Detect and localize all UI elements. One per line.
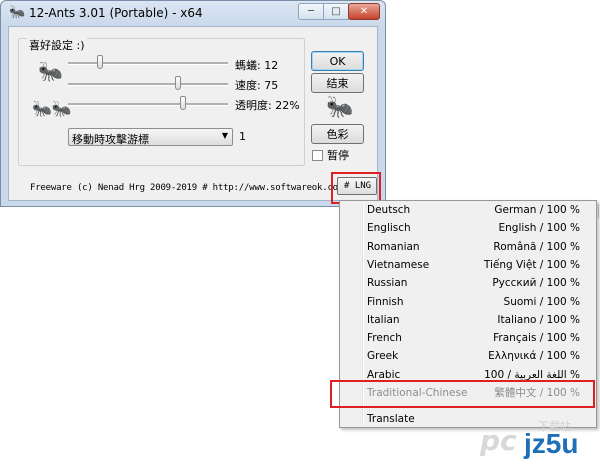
transparency-label: 透明度: 22% [235, 99, 300, 112]
language-native-name: Русский / 100 % [492, 277, 580, 290]
close-button[interactable]: ✕ [348, 3, 380, 20]
language-native-name: Italiano / 100 % [497, 313, 580, 326]
ok-button[interactable]: OK [311, 51, 364, 71]
language-native-name: Română / 100 % [493, 240, 580, 253]
watermark-logo: pc 下载站 jz5u [480, 418, 598, 462]
language-native-name: Ελληνικά / 100 % [488, 350, 580, 363]
language-native-name: Français / 100 % [493, 332, 580, 345]
mode-number: 1 [239, 130, 246, 143]
language-name: Romanian [367, 240, 420, 253]
footer-text: Freeware (c) Nenad Hrg 2009-2019 # http:… [30, 183, 344, 193]
language-name: Italian [367, 313, 400, 326]
language-item-italian[interactable]: Italian Italiano / 100 % [366, 311, 580, 329]
mode-dropdown-value: 移動時攻擊游標 [72, 133, 149, 146]
ants-count-slider[interactable] [68, 54, 228, 74]
language-native-name: Suomi / 100 % [503, 295, 580, 308]
slider-thumb[interactable] [175, 76, 182, 90]
ant-icon: 🐜 [38, 59, 63, 83]
language-name: Deutsch [367, 204, 411, 216]
language-item-french[interactable]: French Français / 100 % [366, 329, 580, 347]
transparency-slider[interactable] [68, 95, 228, 115]
speed-label: 速度: 75 [235, 79, 279, 92]
language-name: Vietnamese [367, 258, 430, 271]
language-native-name: German / 100 % [494, 204, 580, 216]
language-name: Finnish [367, 295, 404, 308]
background-edge-line [598, 204, 599, 218]
ant-icon: 🐜 [326, 95, 354, 120]
watermark-brand: jz5u [524, 428, 579, 459]
translate-label: Translate [367, 413, 415, 426]
app-window: 🐜 12-Ants 3.01 (Portable) - x64 ─ □ ✕ 喜好… [0, 0, 386, 207]
watermark-pc: pc [480, 424, 517, 457]
slider-thumb[interactable] [180, 96, 187, 110]
speed-slider[interactable] [68, 75, 228, 95]
language-name: Russian [367, 277, 408, 290]
chevron-down-icon: ▼ [221, 131, 228, 140]
settings-group-label: 喜好設定 :) [27, 37, 87, 53]
language-name: Greek [367, 350, 399, 363]
language-item-greek[interactable]: Greek Ελληνικά / 100 % [366, 347, 580, 365]
slider-thumb[interactable] [97, 55, 103, 69]
language-item-englisch[interactable]: Englisch English / 100 % [366, 219, 580, 237]
language-name: French [367, 332, 402, 345]
language-item-russian[interactable]: Russian Русский / 100 % [366, 274, 580, 292]
color-button[interactable]: 色彩 [311, 124, 364, 144]
pause-checkbox[interactable]: 暂停 [312, 147, 349, 163]
checkbox-box[interactable] [312, 149, 323, 161]
language-item-vietnamese[interactable]: Vietnamese Tiếng Việt / 100 % [366, 256, 580, 274]
client-area: 喜好設定 :) 🐜 🐜🐜 螞蟻: 12 速度: 75 透明度: 22% 移動時攻… [8, 26, 378, 201]
title-bar[interactable]: 🐜 12-Ants 3.01 (Portable) - x64 ─ □ ✕ [1, 1, 385, 25]
window-title: 12-Ants 3.01 (Portable) - x64 [29, 6, 203, 20]
highlight-box-traditional-chinese [330, 380, 595, 408]
language-item-finnish[interactable]: Finnish Suomi / 100 % [366, 293, 580, 311]
language-name: Englisch [367, 222, 411, 235]
language-native-name: English / 100 % [498, 222, 580, 235]
ant-icon: 🐜 [9, 5, 26, 20]
minimize-button[interactable]: ─ [298, 3, 324, 20]
mode-dropdown[interactable]: 移動時攻擊游標 ▼ [68, 128, 233, 146]
language-native-name: Tiếng Việt / 100 % [483, 258, 580, 271]
maximize-button[interactable]: □ [323, 3, 349, 20]
language-item-deutsch[interactable]: Deutsch German / 100 % [366, 201, 580, 219]
ants-count-label: 螞蟻: 12 [235, 59, 279, 72]
ants-swarm-icon: 🐜🐜 [32, 99, 72, 118]
language-item-romanian[interactable]: Romanian Română / 100 % [366, 238, 580, 256]
exit-button[interactable]: 结束 [311, 73, 364, 93]
pause-label: 暂停 [327, 149, 349, 162]
